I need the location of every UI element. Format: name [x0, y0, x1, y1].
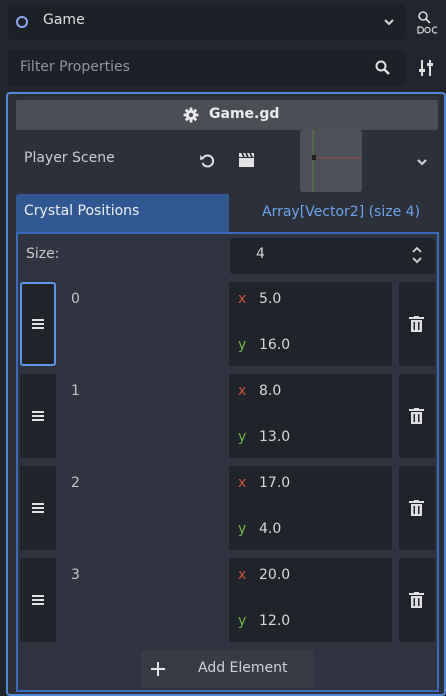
x-value[interactable]: 5.0: [259, 291, 281, 307]
vector2-editor[interactable]: [229, 374, 392, 458]
scene-thumbnail-icon: [312, 130, 362, 192]
clapperboard-icon[interactable]: [238, 152, 255, 168]
trash-icon: [409, 592, 424, 608]
add-element-label: Add Element: [198, 660, 288, 676]
vector2-editor[interactable]: [229, 282, 392, 366]
axis-x-label: x: [238, 383, 247, 399]
chevron-down-icon[interactable]: [416, 155, 428, 169]
axis-x-label: x: [238, 291, 247, 307]
axis-y-label: y: [238, 613, 247, 629]
scene-preview[interactable]: [300, 130, 362, 192]
drag-handle-icon: [32, 595, 44, 605]
script-name: Game.gd: [209, 106, 280, 122]
axis-x-label: x: [238, 567, 247, 583]
trash-icon: [409, 316, 424, 332]
vector2-editor[interactable]: [229, 466, 392, 550]
crystal-positions-label: Crystal Positions: [24, 203, 140, 219]
x-value[interactable]: 8.0: [259, 383, 281, 399]
doc-icon[interactable]: [412, 6, 442, 38]
element-index: 0: [71, 291, 80, 307]
x-value[interactable]: 20.0: [259, 567, 290, 583]
size-value: 4: [256, 246, 265, 262]
x-value[interactable]: 17.0: [259, 475, 290, 491]
drag-handle-icon: [32, 503, 44, 513]
drag-handle-icon: [32, 319, 44, 329]
reload-icon[interactable]: [199, 152, 216, 169]
y-value[interactable]: 12.0: [259, 613, 290, 629]
plus-icon: [151, 662, 165, 676]
object-tools-icon[interactable]: [417, 58, 435, 78]
y-value[interactable]: 16.0: [259, 337, 290, 353]
chevron-down-icon[interactable]: [382, 13, 396, 31]
element-index: 3: [71, 567, 80, 583]
size-label: Size:: [26, 246, 60, 262]
vector2-editor[interactable]: [229, 558, 392, 642]
gear-icon: [183, 107, 199, 123]
spinner-arrows-icon[interactable]: [411, 246, 423, 264]
search-icon: [375, 60, 390, 75]
y-value[interactable]: 4.0: [259, 521, 281, 537]
axis-y-label: y: [238, 337, 247, 353]
trash-icon: [409, 408, 424, 424]
trash-icon: [409, 500, 424, 516]
axis-y-label: y: [238, 521, 247, 537]
player-scene-label: Player Scene: [24, 150, 115, 166]
drag-handle-icon: [32, 411, 44, 421]
axis-x-label: x: [238, 475, 247, 491]
y-value[interactable]: 13.0: [259, 429, 290, 445]
array-type-button[interactable]: Array[Vector2] (size 4): [262, 204, 420, 220]
node-name: Game: [43, 12, 85, 28]
element-index: 1: [71, 383, 80, 399]
filter-placeholder: Filter Properties: [20, 59, 130, 75]
element-index: 2: [71, 475, 80, 491]
node-icon: [16, 16, 28, 28]
axis-y-label: y: [238, 429, 247, 445]
